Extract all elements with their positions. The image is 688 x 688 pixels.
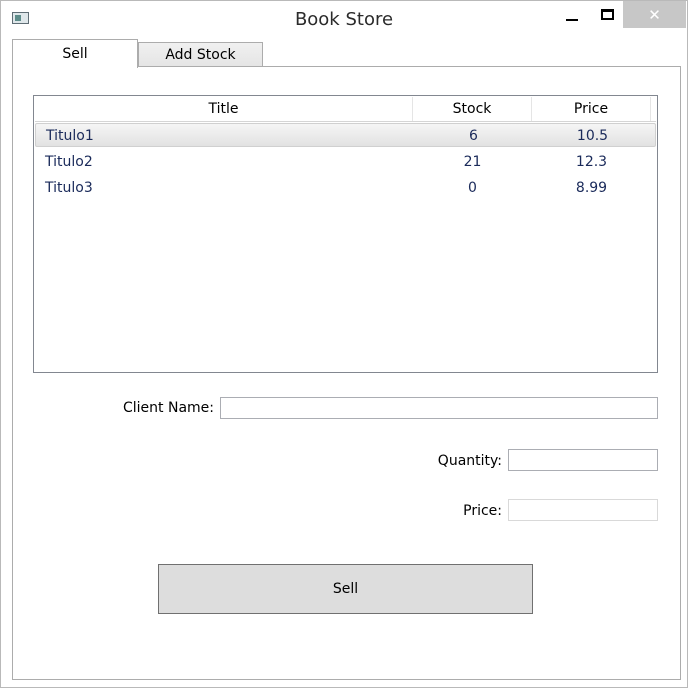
price-field[interactable] <box>508 499 658 521</box>
tab-add-stock[interactable]: Add Stock <box>138 42 263 67</box>
maximize-icon <box>600 9 614 20</box>
books-list-header: Title Stock Price <box>35 97 656 122</box>
tab-sell[interactable]: Sell <box>12 39 138 68</box>
row-title: Titulo3 <box>45 180 93 196</box>
column-header-price[interactable]: Price <box>532 97 651 121</box>
sell-button[interactable]: Sell <box>158 564 533 614</box>
row-stock: 6 <box>469 128 478 144</box>
row-stock: 21 <box>463 154 482 170</box>
row-price: 10.5 <box>576 128 609 144</box>
book-store-window: Book Store ✕ Sell Add Stock Title Stock … <box>0 0 688 688</box>
row-price: 12.3 <box>575 154 608 170</box>
table-row[interactable]: Titulo1 6 10.5 <box>35 123 656 147</box>
books-list[interactable]: Title Stock Price Titulo1 6 10.5 Titulo2… <box>33 95 658 373</box>
client-name-label: Client Name: <box>123 400 214 416</box>
row-title: Titulo1 <box>46 128 94 144</box>
row-price: 8.99 <box>575 180 608 196</box>
client-name-input[interactable] <box>220 397 658 419</box>
column-header-stock[interactable]: Stock <box>413 97 532 121</box>
close-button[interactable]: ✕ <box>623 1 686 28</box>
row-title: Titulo2 <box>45 154 93 170</box>
close-icon: ✕ <box>648 5 661 24</box>
quantity-label: Quantity: <box>437 453 502 469</box>
row-stock: 0 <box>468 180 477 196</box>
minimize-icon <box>566 18 578 21</box>
title-bar[interactable]: Book Store ✕ <box>1 1 687 38</box>
quantity-input[interactable] <box>508 449 658 471</box>
column-header-title[interactable]: Title <box>35 97 413 121</box>
table-row[interactable]: Titulo3 0 8.99 <box>35 176 656 200</box>
table-row[interactable]: Titulo2 21 12.3 <box>35 150 656 174</box>
price-label: Price: <box>463 503 502 519</box>
